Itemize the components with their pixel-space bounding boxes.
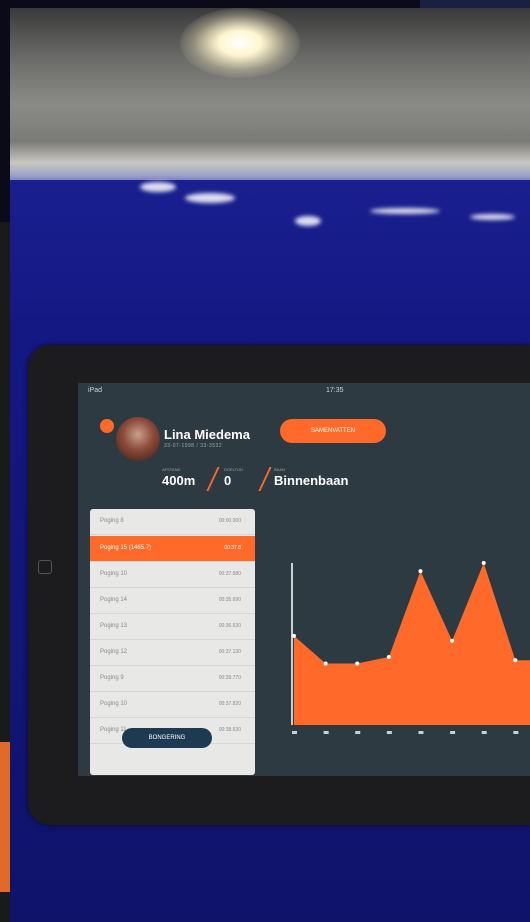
corner-patch (420, 0, 530, 8)
distance-value[interactable]: 400m (162, 473, 195, 488)
chart-x-tick (292, 731, 297, 734)
list-item[interactable]: Poging 14 00:35.690 (90, 588, 255, 614)
lane-label: BAAN (274, 467, 285, 472)
chart-x-tick (323, 731, 329, 734)
padding-reflection (295, 216, 321, 226)
list-item[interactable]: Poging 13 00:36.630 (90, 614, 255, 640)
target-label: DOELTIJD (224, 467, 244, 472)
attempt-chart (291, 561, 530, 734)
bongering-logo: BONGERING (122, 728, 212, 748)
chart-point[interactable] (513, 658, 518, 663)
status-carrier: iPad (88, 387, 103, 394)
status-time: 17:35 (326, 387, 344, 394)
list-item[interactable]: Poging 10 00:37.820 (90, 692, 255, 718)
avatar[interactable] (116, 417, 160, 461)
target-value[interactable]: 0 (224, 473, 231, 488)
distance-label: AFSTAND (162, 467, 181, 472)
list-item[interactable]: Poging 12 00:37.130 (90, 640, 255, 666)
chart-point[interactable] (386, 654, 391, 659)
padding-reflection (470, 214, 515, 220)
chart-x-tick (481, 731, 487, 734)
chart-point[interactable] (323, 661, 328, 666)
chart-area-series (294, 563, 530, 725)
list-item[interactable]: Poging 9 00:39.770 (90, 666, 255, 692)
list-item[interactable]: Poging 8 00:00.000 (90, 509, 255, 535)
chart-x-tick (355, 731, 361, 734)
left-edge-strip (0, 222, 10, 922)
chart-x-tick (418, 731, 424, 734)
chart-point[interactable] (292, 633, 296, 638)
list-item[interactable]: Poging 10 00:37.680 (90, 562, 255, 588)
divider-slash (206, 467, 220, 491)
chart-x-tick (513, 731, 519, 734)
skater-badge (100, 419, 114, 433)
arena-light-reflection (180, 8, 300, 78)
padding-reflection (140, 182, 176, 192)
chart-point[interactable] (450, 638, 455, 643)
ipad-screen: iPad 17:35 Lina Miedema 33-07-1998 / 33-… (78, 383, 530, 776)
list-item-selected[interactable]: Poging 15 (1465.7) 00:37.8 (90, 536, 255, 562)
chart-point[interactable] (418, 569, 423, 574)
chart-point[interactable] (481, 561, 486, 565)
home-button[interactable] (38, 560, 52, 574)
padding-reflection (370, 208, 440, 214)
lane-value[interactable]: Binnenbaan (274, 473, 348, 488)
summary-button[interactable]: SAMENVATTEN (280, 419, 386, 443)
chart-x-tick (386, 731, 392, 734)
skater-subtitle: 33-07-1998 / 33-3532 (164, 443, 223, 449)
padding-reflection (185, 193, 235, 203)
chart-x-tick (450, 731, 456, 734)
chart-point[interactable] (355, 661, 360, 666)
skater-name: Lina Miedema (164, 427, 250, 442)
divider-slash (258, 467, 272, 491)
